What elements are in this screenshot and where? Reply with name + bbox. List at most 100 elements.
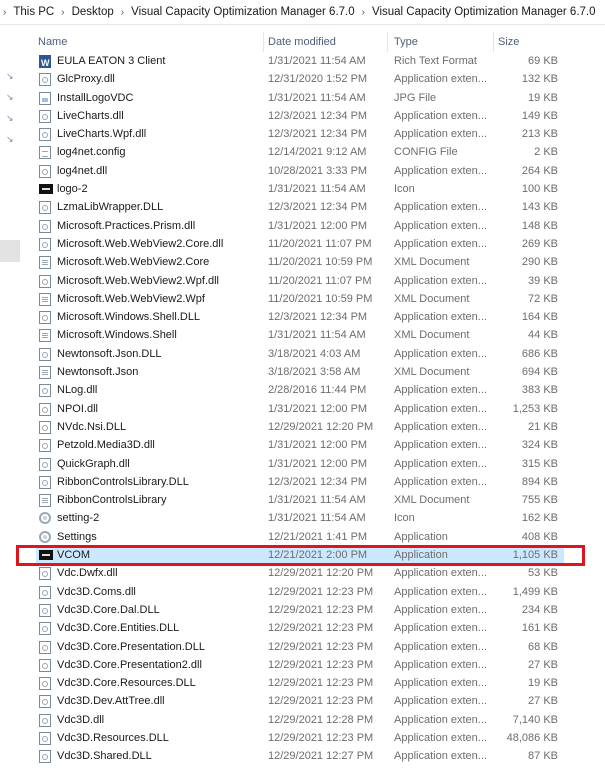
file-type: XML Document [394, 329, 470, 342]
dll-file-icon [39, 475, 51, 489]
file-type: Application [394, 549, 448, 562]
file-name: Newtonsoft.Json.DLL [57, 347, 162, 360]
column-header-type[interactable]: Type [388, 32, 494, 52]
list-item[interactable]: Petzold.Media3D.dll 1/31/2021 12:00 PM App… [36, 436, 564, 454]
file-name: Settings [57, 530, 97, 543]
file-name: Petzold.Media3D.dll [57, 439, 155, 452]
file-date: 3/18/2021 4:03 AM [268, 347, 361, 360]
list-item[interactable]: Vdc3D.Shared.DLL 12/29/2021 12:27 PM Appli… [36, 747, 564, 765]
breadcrumb-vcom-subfolder[interactable]: Visual Capacity Optimization Manager 6.7… [368, 6, 600, 18]
list-item[interactable]: Newtonsoft.Json.DLL 3/18/2021 4:03 AM Appl… [36, 345, 564, 363]
list-item[interactable]: Microsoft.Web.WebView2.Core.dll 11/20/202… [36, 235, 564, 253]
list-item[interactable]: NPOI.dll 1/31/2021 12:00 PM Application ex… [36, 400, 564, 418]
list-item[interactable]: Newtonsoft.Json 3/18/2021 3:58 AM XML Docu… [36, 363, 564, 381]
list-item[interactable]: Vdc3D.Core.Presentation.DLL 12/29/2021 12… [36, 638, 564, 656]
file-type: Application exten... [394, 311, 487, 324]
list-item[interactable]: Microsoft.Web.WebView2.Core 11/20/2021 10… [36, 253, 564, 271]
list-item[interactable]: Vdc3D.Resources.DLL 12/29/2021 12:23 PM Ap… [36, 729, 564, 747]
list-item[interactable]: LiveCharts.dll 12/3/2021 12:34 PM Applicat… [36, 107, 564, 125]
file-type: CONFIG File [394, 146, 458, 159]
file-size: 686 KB [521, 347, 558, 360]
list-item[interactable]: NLog.dll 2/28/2016 11:44 PM Application ex… [36, 381, 564, 399]
breadcrumb-desktop[interactable]: Desktop [68, 6, 118, 18]
list-item[interactable]: Vdc3D.dll 12/29/2021 12:28 PM Application … [36, 711, 564, 729]
file-date: 12/21/2021 2:00 PM [268, 549, 368, 562]
pin-icon[interactable]: ↘ [6, 93, 15, 102]
file-type: Icon [394, 512, 415, 525]
list-item[interactable]: LiveCharts.Wpf.dll 12/3/2021 12:34 PM Appl… [36, 125, 564, 143]
file-size: 269 KB [521, 237, 558, 250]
file-name: log4net.config [57, 146, 126, 159]
file-name: LzmaLibWrapper.DLL [57, 201, 164, 214]
pin-icon[interactable]: ↘ [6, 114, 15, 123]
dll-file-icon [39, 274, 51, 288]
file-type: XML Document [394, 366, 470, 379]
chevron-right-icon[interactable]: › [118, 7, 127, 18]
list-item[interactable]: Vdc3D.Core.Presentation2.dll 12/29/2021 1… [36, 656, 564, 674]
list-item[interactable]: Settings 12/21/2021 1:41 PM Application 408… [36, 528, 564, 546]
list-item[interactable]: Vdc3D.Core.Entities.DLL 12/29/2021 12:23 … [36, 619, 564, 637]
xml-file-icon [39, 292, 51, 306]
list-item[interactable]: RibbonControlsLibrary 1/31/2021 11:54 AM X… [36, 491, 564, 509]
file-size: 315 KB [521, 457, 558, 470]
file-name: QuickGraph.dll [57, 457, 130, 470]
list-item[interactable]: Microsoft.Practices.Prism.dll 1/31/2021 1… [36, 217, 564, 235]
column-header-size[interactable]: Size [494, 32, 564, 52]
dll-file-icon [39, 164, 51, 178]
list-item[interactable]: Vdc3D.Dev.AttTree.dll 12/29/2021 12:23 PM… [36, 692, 564, 710]
list-item[interactable]: Vdc.Dwfx.dll 12/29/2021 12:20 PM Applicati… [36, 564, 564, 582]
breadcrumb-this-pc[interactable]: This PC [9, 6, 58, 18]
file-size: 68 KB [528, 640, 558, 653]
list-item[interactable]: QuickGraph.dll 1/31/2021 12:00 PM Applicat… [36, 455, 564, 473]
list-item[interactable]: Microsoft.Web.WebView2.Wpf 11/20/2021 10:… [36, 290, 564, 308]
file-type: Application exten... [394, 274, 487, 287]
list-item[interactable]: Vdc3D.Core.Dal.DLL 12/29/2021 12:23 PM App… [36, 601, 564, 619]
file-name: Vdc3D.Dev.AttTree.dll [57, 695, 165, 708]
list-item[interactable]: Microsoft.Windows.Shell.DLL 12/3/2021 12:… [36, 308, 564, 326]
column-header-date[interactable]: Date modified [264, 32, 388, 52]
file-type: Application exten... [394, 622, 487, 635]
chevron-right-icon[interactable]: › [359, 7, 368, 18]
file-size: 264 KB [521, 164, 558, 177]
list-item[interactable]: EULA EATON 3 Client 1/31/2021 11:54 AM Ric… [36, 52, 564, 72]
nav-selected-item[interactable] [0, 240, 20, 262]
file-type: Application exten... [394, 402, 487, 415]
file-size: 27 KB [528, 658, 558, 671]
column-header-name[interactable]: Name [36, 32, 264, 52]
file-type: Application exten... [394, 237, 487, 250]
list-item[interactable]: Microsoft.Web.WebView2.Wpf.dll 11/20/2021… [36, 272, 564, 290]
chevron-right-icon[interactable]: › [58, 7, 67, 18]
list-item[interactable]: RibbonControlsLibrary.DLL 12/3/2021 12:34… [36, 473, 564, 491]
dll-file-icon [39, 219, 51, 233]
list-item[interactable]: Microsoft.Windows.Shell 1/31/2021 11:54 A… [36, 326, 564, 344]
list-item[interactable]: GlcProxy.dll 12/31/2020 1:52 PM Applicatio… [36, 70, 564, 88]
file-name: RibbonControlsLibrary [57, 494, 167, 507]
list-item[interactable]: logo-2 1/31/2021 11:54 AM Icon 100 KB [36, 180, 564, 198]
list-item[interactable]: NVdc.Nsi.DLL 12/29/2021 12:20 PM Applicati… [36, 418, 564, 436]
list-item[interactable]: InstallLogoVDC 1/31/2021 11:54 AM JPG File… [36, 89, 564, 107]
pin-icon[interactable]: ↘ [6, 135, 15, 144]
file-type: Application exten... [394, 164, 487, 177]
list-item[interactable]: Vdc3D.Coms.dll 12/29/2021 12:23 PM Applica… [36, 583, 564, 601]
file-name: Vdc3D.Coms.dll [57, 585, 136, 598]
list-item[interactable]: Vdc3D.Core.Resources.DLL 12/29/2021 12:23… [36, 674, 564, 692]
dll-file-icon [39, 420, 51, 434]
file-date: 11/20/2021 10:59 PM [268, 256, 373, 269]
file-name: Vdc3D.Core.Presentation2.dll [57, 658, 202, 671]
list-item[interactable]: log4net.dll 10/28/2021 3:33 PM Application… [36, 162, 564, 180]
word-document-icon [39, 54, 51, 72]
file-size: 132 KB [521, 73, 558, 86]
file-date: 1/31/2021 11:54 AM [268, 494, 366, 507]
pin-icon[interactable]: ↘ [6, 72, 15, 81]
list-item[interactable]: LzmaLibWrapper.DLL 12/3/2021 12:34 PM Appl… [36, 198, 564, 216]
list-item-selected[interactable]: VCOM 12/21/2021 2:00 PM Application 1,105 K… [36, 546, 564, 565]
file-size: 234 KB [521, 603, 558, 616]
list-item[interactable]: log4net.config 12/14/2021 9:12 AM CONFIG F… [36, 143, 564, 161]
file-name: NLog.dll [57, 384, 98, 397]
file-name: GlcProxy.dll [57, 73, 115, 86]
list-item[interactable]: setting-2 1/31/2021 11:54 AM Icon 162 KB [36, 509, 564, 527]
file-date: 1/31/2021 11:54 AM [268, 55, 366, 67]
file-size: 7,140 KB [512, 713, 558, 726]
file-date: 12/3/2021 12:34 PM [268, 128, 368, 141]
breadcrumb-vcom-folder[interactable]: Visual Capacity Optimization Manager 6.7… [127, 6, 359, 18]
